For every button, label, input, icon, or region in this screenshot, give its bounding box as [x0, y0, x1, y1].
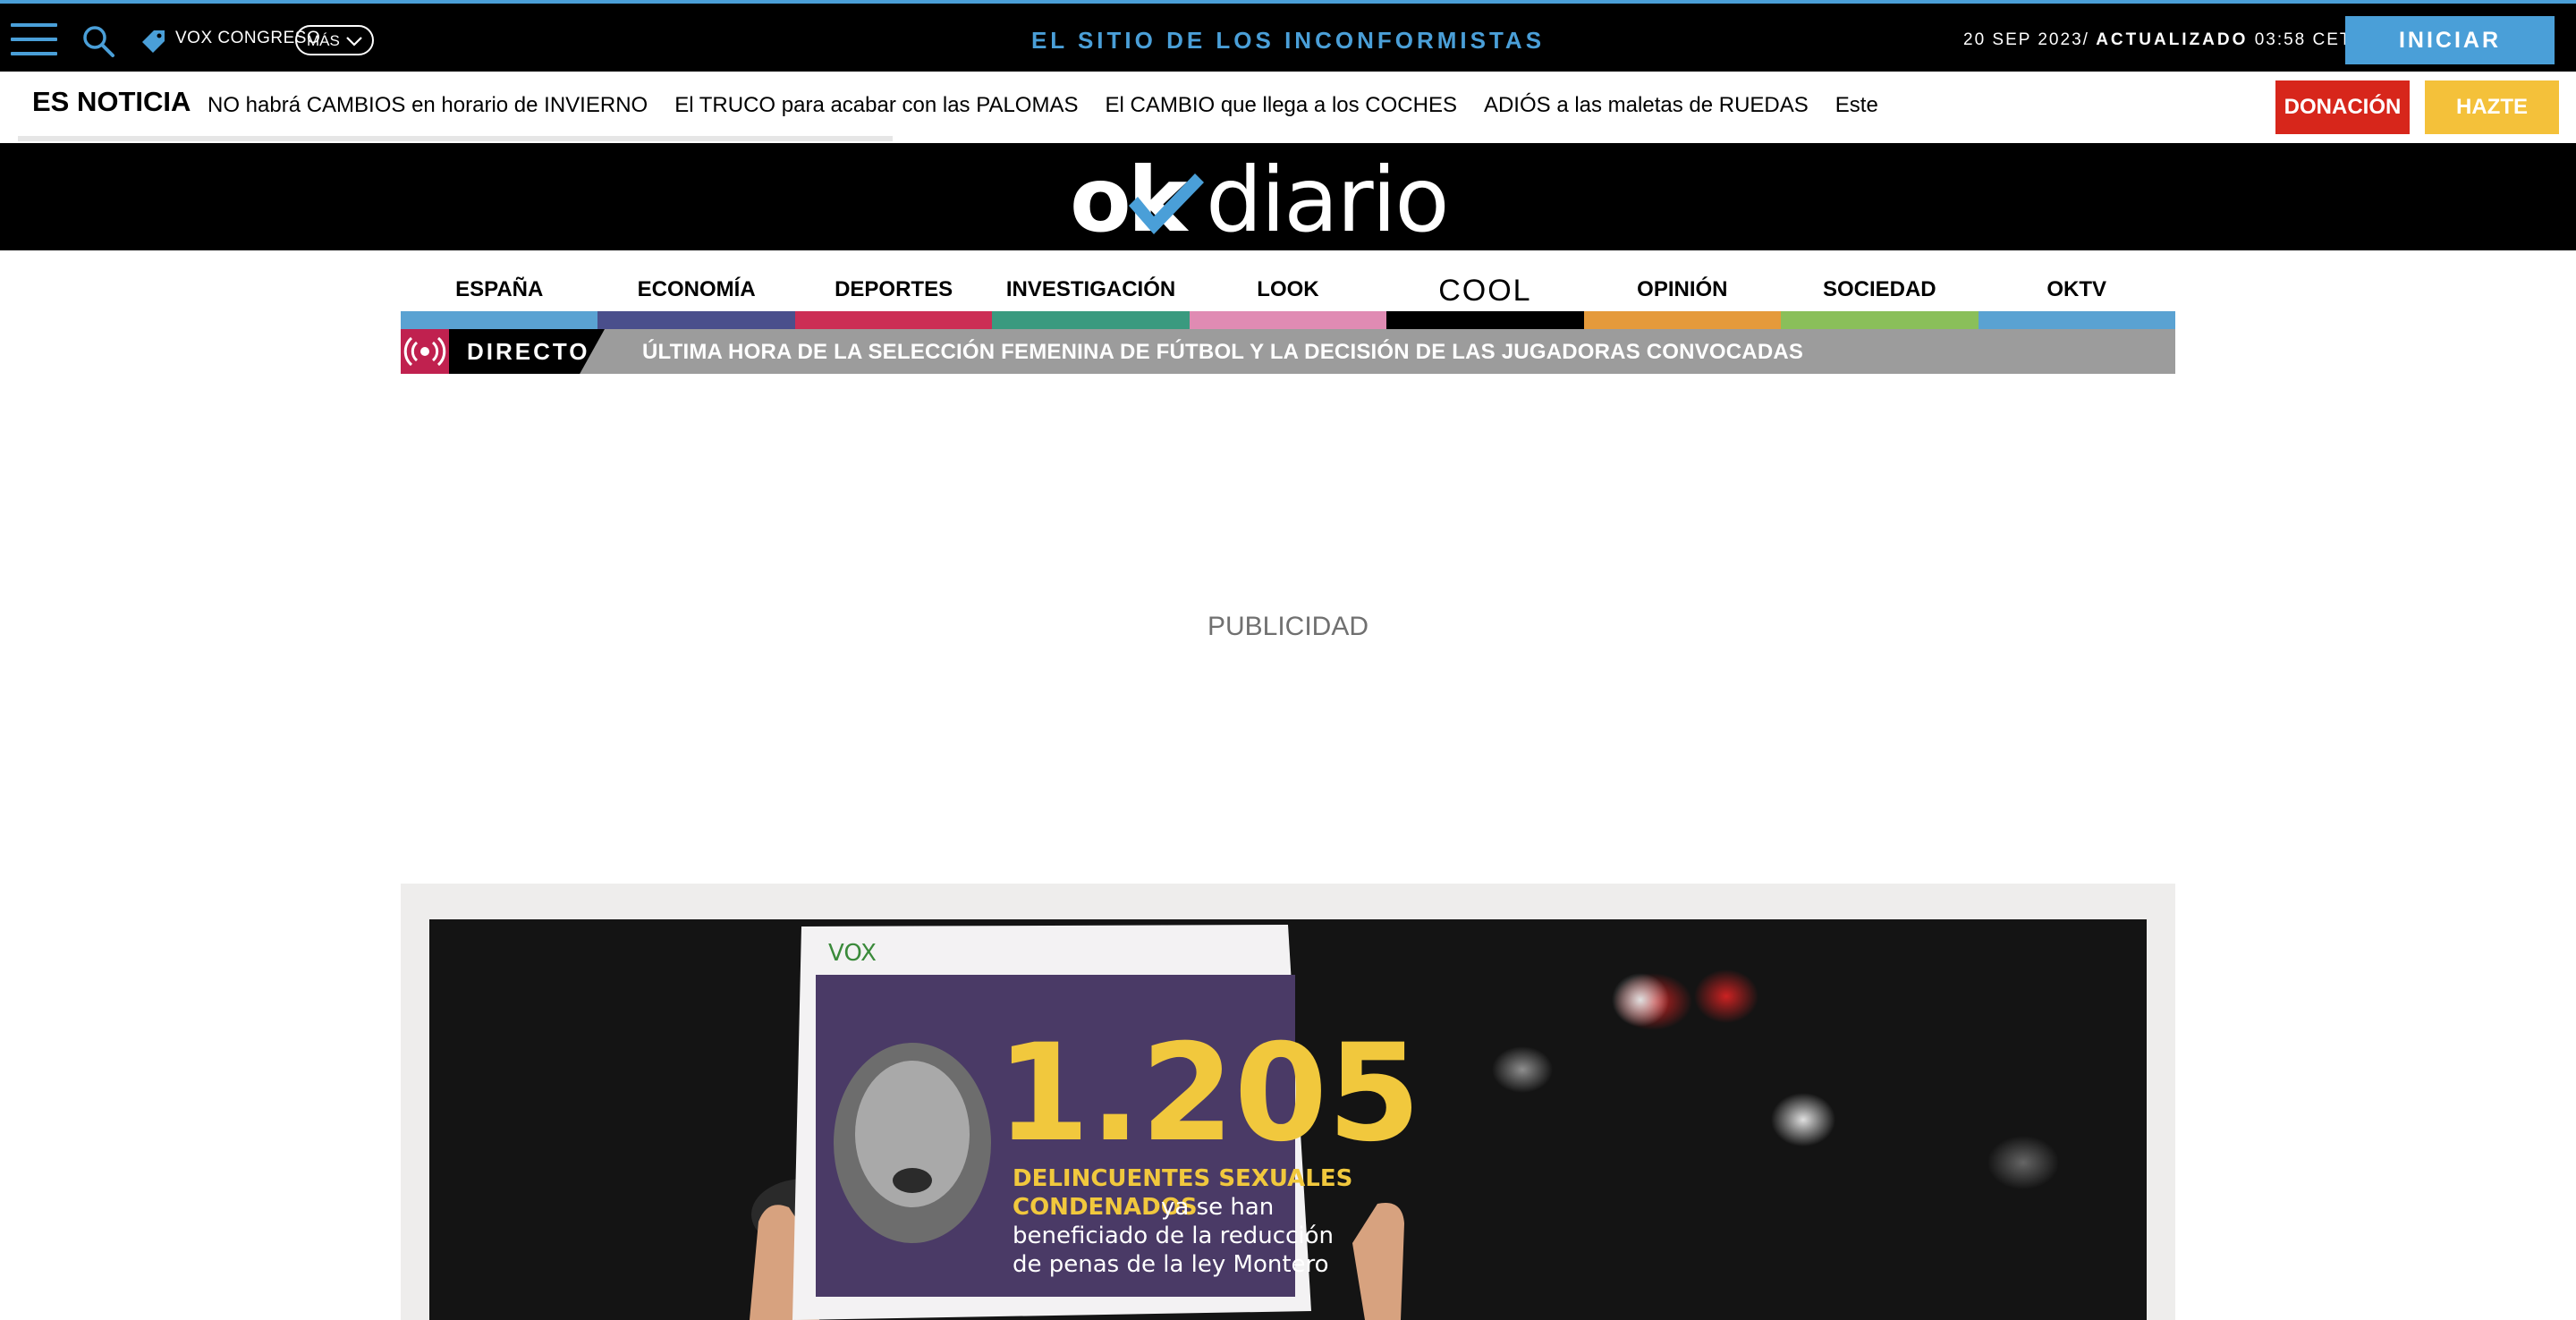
nav-label: ESPAÑA — [455, 277, 544, 301]
updated-time: 03:58 CET — [2254, 30, 2352, 49]
svg-text:diario: diario — [1206, 152, 1448, 245]
nav-color-bar — [992, 311, 1190, 329]
nav-label: OPINIÓN — [1637, 277, 1728, 301]
okdiario-logo[interactable]: ok diario — [1070, 152, 1508, 245]
nav-label: COOL — [1438, 274, 1532, 308]
sign-brand: VOX — [828, 940, 877, 967]
live-headline[interactable]: ÚLTIMA HORA DE LA SELECCIÓN FEMENINA DE … — [642, 340, 1803, 365]
nav-color-bar — [1189, 311, 1387, 329]
category-nav: ESPAÑA ECONOMÍA DEPORTES INVESTIGACIÓN L… — [401, 268, 2175, 329]
ticker-title: ES NOTICIA — [32, 86, 191, 117]
nav-item-opinion[interactable]: OPINIÓN — [1583, 268, 1782, 329]
news-ticker: ES NOTICIA NO habrá CAMBIOS en horario d… — [0, 72, 2576, 173]
nav-label: DEPORTES — [835, 277, 953, 301]
logo-bar: ok diario — [0, 143, 2576, 250]
nav-color-bar — [1978, 311, 2175, 329]
live-breaking-strip[interactable]: DIRECTO ÚLTIMA HORA DE LA SELECCIÓN FEME… — [401, 329, 2175, 374]
featured-article: VOX 1.205 DELINCUENTES SEXUALES CONDENAD… — [401, 884, 2175, 1320]
nav-item-deportes[interactable]: DEPORTES — [794, 268, 993, 329]
nav-label: ECONOMÍA — [637, 277, 756, 301]
nav-item-cool[interactable]: COOL — [1386, 268, 1584, 329]
nav-label: INVESTIGACIÓN — [1005, 277, 1176, 301]
nav-color-bar — [794, 311, 993, 329]
ticker-item[interactable]: NO habrá CAMBIOS en horario de INVIERNO — [208, 93, 648, 118]
nav-label: OKTV — [2046, 277, 2107, 301]
nav-color-bar — [1583, 311, 1782, 329]
ticker-item[interactable]: ADIÓS a las maletas de RUEDAS — [1484, 93, 1809, 118]
donate-button[interactable]: DONACIÓN — [2275, 80, 2410, 134]
dateline: 20 SEP 2023/ ACTUALIZADO 03:58 CET — [1963, 30, 2352, 50]
live-broadcast-icon — [401, 329, 449, 374]
login-button[interactable]: INICIAR SESIÓN — [2345, 16, 2555, 101]
sign-line-4: de penas de la ley Montero — [1013, 1251, 1329, 1278]
nav-item-oktv[interactable]: OKTV — [1978, 268, 2175, 329]
current-date: 20 SEP 2023/ — [1963, 30, 2089, 49]
nav-color-bar — [597, 311, 795, 329]
become-member-button[interactable]: HAZTE SOCIO — [2425, 80, 2559, 173]
nav-color-bar — [1781, 311, 1979, 329]
ticker-item[interactable]: Este — [1835, 93, 1878, 118]
ticker-scroll-track — [18, 136, 893, 141]
updated-label: ACTUALIZADO — [2096, 30, 2249, 49]
nav-item-sociedad[interactable]: SOCIEDAD — [1781, 268, 1979, 329]
nav-item-look[interactable]: LOOK — [1189, 268, 1387, 329]
nav-label: LOOK — [1257, 277, 1319, 301]
ticker-item[interactable]: El TRUCO para acabar con las PALOMAS — [674, 93, 1078, 118]
nav-item-espana[interactable]: ESPAÑA — [401, 268, 598, 329]
sign-line-1: DELINCUENTES SEXUALES — [1013, 1165, 1352, 1192]
sign-number: 1.205 — [996, 1016, 1420, 1172]
ad-slot: PUBLICIDAD — [401, 374, 2175, 884]
nav-color-bar — [401, 311, 598, 329]
nav-label: SOCIEDAD — [1822, 277, 1936, 301]
ad-label: PUBLICIDAD — [1207, 612, 1369, 641]
ticker-list: NO habrá CAMBIOS en horario de INVIERNO … — [208, 93, 1905, 118]
nav-item-economia[interactable]: ECONOMÍA — [597, 268, 795, 329]
nav-color-bar — [1386, 311, 1584, 329]
sign-line-2b: ya se han — [1161, 1194, 1274, 1221]
nav-item-investigacion[interactable]: INVESTIGACIÓN — [992, 268, 1190, 329]
top-bar: VOX CONGRESO MÁS EL SITIO DE LOS INCONFO… — [0, 0, 2576, 101]
sign-line-3: beneficiado de la reducción — [1013, 1223, 1334, 1249]
ticker-item[interactable]: El CAMBIO que llega a los COCHES — [1105, 93, 1456, 118]
live-badge: DIRECTO — [449, 329, 605, 374]
featured-article-image[interactable]: VOX 1.205 DELINCUENTES SEXUALES CONDENAD… — [429, 919, 2147, 1320]
